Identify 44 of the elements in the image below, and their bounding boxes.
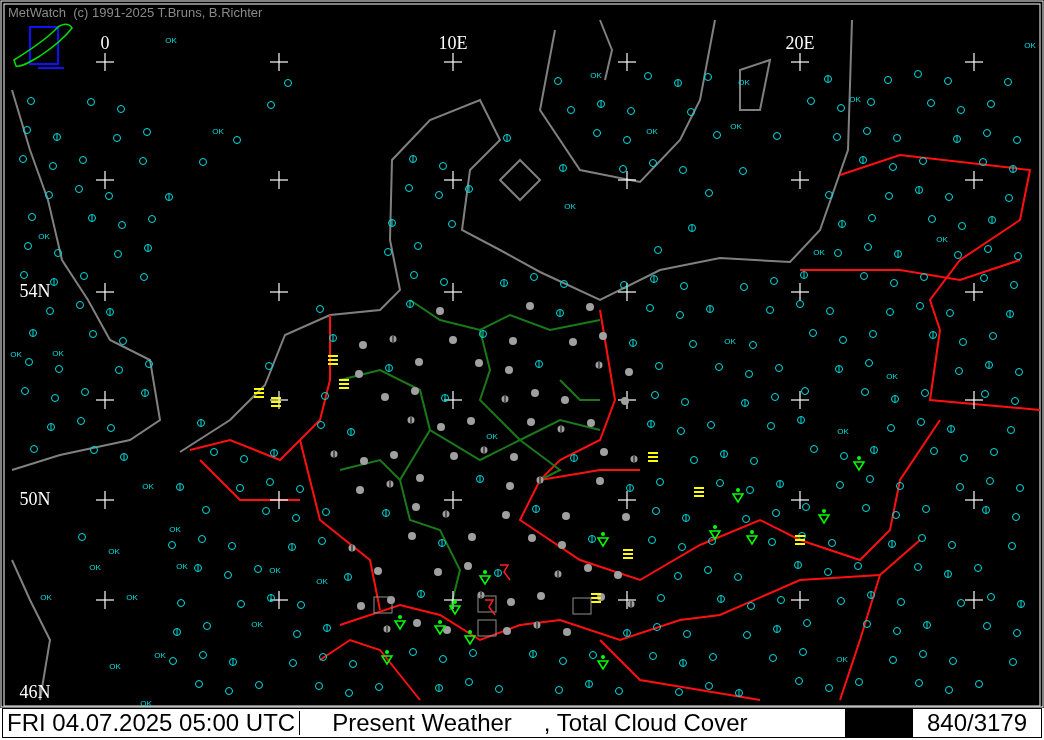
latitude-label: 54N bbox=[19, 281, 51, 301]
station-label: OK bbox=[109, 662, 121, 671]
station-label: OK bbox=[564, 202, 576, 211]
station-label: OK bbox=[738, 78, 750, 87]
station-label: OK bbox=[837, 427, 849, 436]
station-label: OK bbox=[52, 349, 64, 358]
station-label: OK bbox=[724, 337, 736, 346]
app-title: MetWatch (c) 1991-2025 T.Bruns, B.Richter bbox=[8, 5, 263, 20]
station-label: OK bbox=[142, 482, 154, 491]
datetime-text: FRI 04.07.2025 05:00 UTC bbox=[3, 711, 301, 735]
longitude-label: 0 bbox=[100, 33, 110, 53]
station-label: OK bbox=[154, 651, 166, 660]
station-label: OK bbox=[10, 350, 22, 359]
station-label: OK bbox=[126, 593, 138, 602]
logo-icon bbox=[13, 23, 73, 69]
station-label: OK bbox=[269, 566, 281, 575]
station-label: OK bbox=[486, 432, 498, 441]
station-count: 840/3179 bbox=[912, 708, 1042, 738]
station-label: OK bbox=[316, 577, 328, 586]
station-label: OK bbox=[212, 127, 224, 136]
station-label: OK bbox=[849, 95, 861, 104]
longitude-label: 20E bbox=[785, 33, 815, 53]
station-label: OK bbox=[165, 36, 177, 45]
station-label: OK bbox=[169, 525, 181, 534]
station-label: OK bbox=[251, 620, 263, 629]
station-label: OK bbox=[886, 372, 898, 381]
station-label: OK bbox=[646, 127, 658, 136]
station-label: OK bbox=[1024, 41, 1036, 50]
station-label: OK bbox=[836, 655, 848, 664]
latitude-label: 46N bbox=[19, 682, 51, 702]
station-label: OK bbox=[730, 122, 742, 131]
station-label: OK bbox=[176, 562, 188, 571]
station-label: OK bbox=[38, 232, 50, 241]
station-label: OK bbox=[108, 547, 120, 556]
station-label: OK bbox=[40, 593, 52, 602]
station-label: OK bbox=[590, 71, 602, 80]
station-label: OK bbox=[813, 248, 825, 257]
station-label: OK bbox=[89, 563, 101, 572]
parameter-text: Present Weather bbox=[331, 711, 512, 735]
latitude-label: 50N bbox=[19, 489, 51, 509]
overlay-text: , Total Cloud Cover bbox=[542, 711, 748, 735]
longitude-label: 10E bbox=[438, 33, 468, 53]
station-label: OK bbox=[140, 699, 152, 708]
station-label: OK bbox=[936, 235, 948, 244]
